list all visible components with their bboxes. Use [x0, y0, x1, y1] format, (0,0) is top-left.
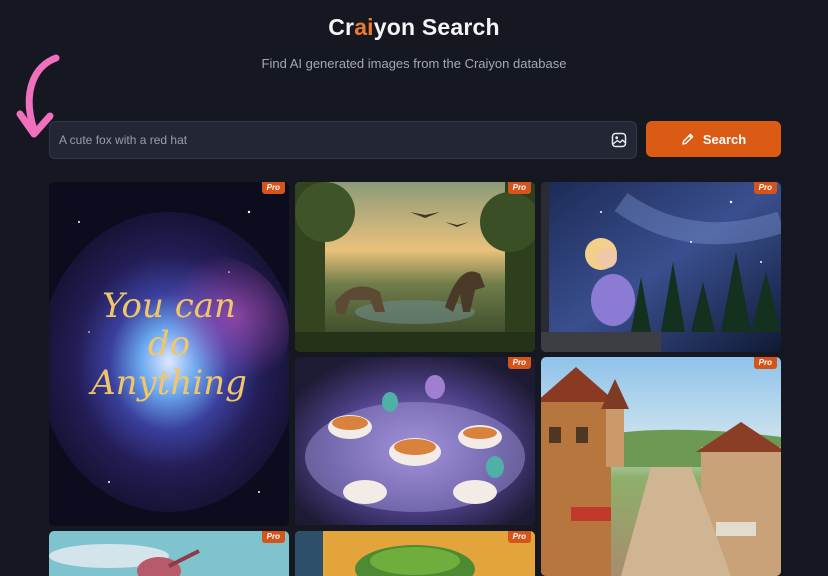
quote-line-1: You can [102, 286, 236, 326]
pro-badge: Pro [753, 357, 777, 369]
search-button-label: Search [702, 131, 747, 147]
search-input[interactable] [59, 122, 599, 158]
pro-badge: Pro [261, 531, 285, 543]
quote-line-3: Anything [88, 363, 247, 403]
girl-starry-night-image[interactable]: Pro [541, 182, 781, 352]
green-monster-image[interactable]: Pro [295, 531, 535, 576]
title-highlight: ai [354, 14, 374, 40]
search-button[interactable]: Search [646, 121, 781, 157]
medieval-village-image[interactable]: Pro [541, 357, 781, 576]
search-box [49, 121, 637, 159]
pro-badge: Pro [507, 182, 531, 194]
page-title: Craiyon Search [328, 14, 500, 40]
pro-badge: Pro [753, 182, 777, 194]
image-upload-icon[interactable] [611, 132, 627, 148]
dinosaur-jungle-image[interactable]: Pro [295, 182, 535, 352]
bird-sky-image[interactable]: Pro [49, 531, 289, 576]
galaxy-quote-image[interactable]: You can do Anything Pro [49, 182, 289, 526]
alien-tea-party-image[interactable]: Pro [295, 357, 535, 525]
pro-badge: Pro [507, 357, 531, 369]
pro-badge: Pro [507, 531, 531, 543]
page-subtitle: Find AI generated images from the Craiyo… [261, 56, 567, 71]
pencil-icon [682, 133, 694, 145]
quote-line-2: do [148, 324, 190, 364]
pro-badge: Pro [261, 182, 285, 194]
